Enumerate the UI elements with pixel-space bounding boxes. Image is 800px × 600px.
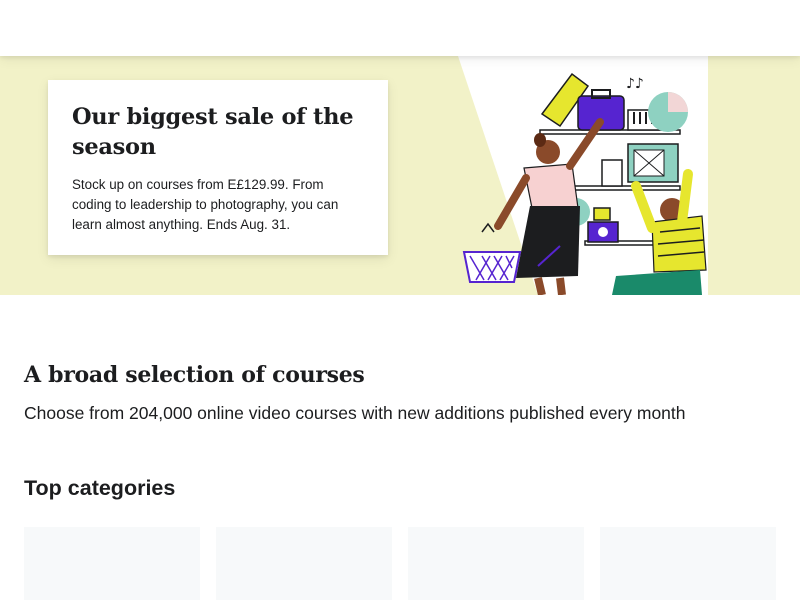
sale-hero-banner: ♪♪ Our biggest sale of the season Stock … [0,56,800,295]
category-card[interactable] [216,527,392,600]
top-navigation-bar [0,0,800,56]
top-categories-title: Top categories [24,476,176,500]
shopping-sale-illustration: ♪♪ [458,56,708,295]
courses-section-subtitle: Choose from 204,000 online video courses… [24,403,686,423]
sale-title: Our biggest sale of the season [72,104,354,160]
courses-section-title: A broad selection of courses [24,362,365,388]
sale-promo-card: Our biggest sale of the season Stock up … [48,80,388,255]
category-card[interactable] [600,527,776,600]
category-card[interactable] [24,527,200,600]
svg-text:♪♪: ♪♪ [626,76,644,92]
sale-description: Stock up on courses from E£129.99. From … [72,177,339,232]
category-card[interactable] [408,527,584,600]
